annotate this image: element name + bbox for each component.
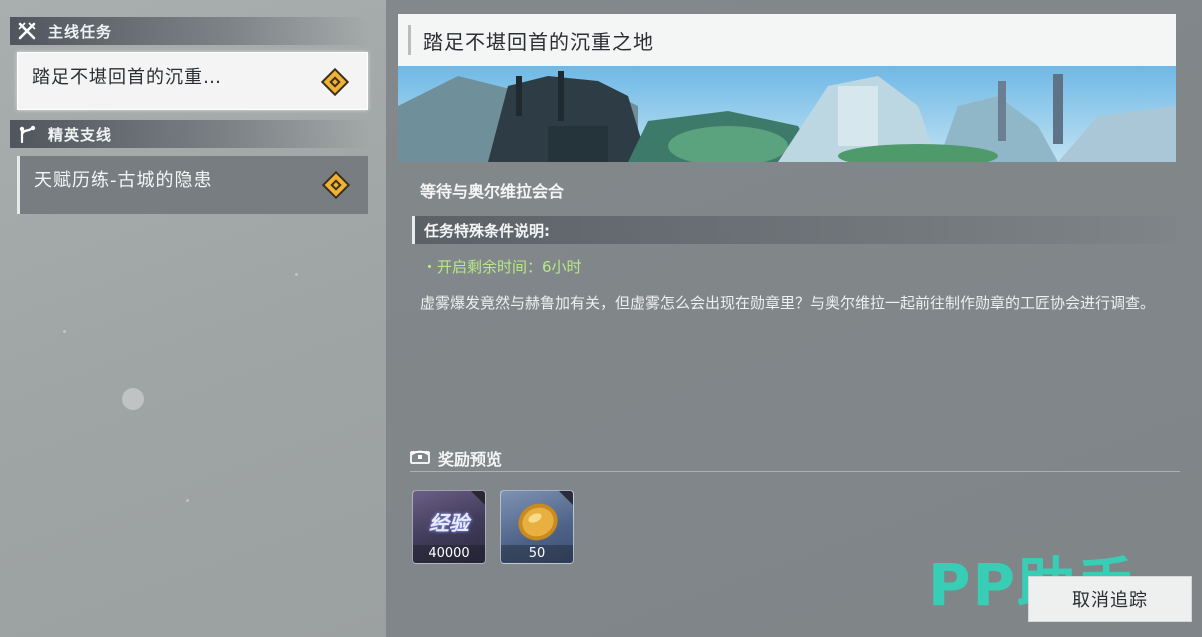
category-elite-side[interactable]: 精英支线 <box>10 120 370 148</box>
quest-item-main[interactable]: 踏足不堪回首的沉重… <box>17 52 368 110</box>
page-title: 踏足不堪回首的沉重之地 <box>423 29 654 54</box>
branch-icon <box>16 123 38 145</box>
category-label: 主线任务 <box>48 22 113 41</box>
category-main-quest[interactable]: 主线任务 <box>10 17 370 45</box>
quest-objective: 等待与奥尔维拉会合 <box>420 182 565 201</box>
category-label: 精英支线 <box>48 125 113 144</box>
condition-time-remaining: ・开启剩余时间：6小时 <box>422 258 582 276</box>
cancel-tracking-button[interactable]: 取消追踪 <box>1028 576 1192 622</box>
reward-count: 50 <box>501 545 573 563</box>
title-accent <box>408 25 411 55</box>
exp-icon: 经验 <box>429 511 469 535</box>
quest-description: 虚雾爆发竟然与赫鲁加有关，但虚雾怎么会出现在勋章里？与奥尔维拉一起前往制作勋章的… <box>420 294 1156 312</box>
quest-banner-image <box>398 66 1176 162</box>
quest-title: 天赋历练-古城的隐患 <box>34 170 213 191</box>
rewards-header: 奖励预览 <box>410 444 1180 472</box>
reward-count: 40000 <box>413 545 485 563</box>
quest-item-elite[interactable]: 天赋历练-古城的隐患 <box>17 156 368 214</box>
reward-exp[interactable]: 经验 40000 <box>412 490 486 564</box>
quest-list-panel: 主线任务 踏足不堪回首的沉重… 精英支线 天赋历练-古城的隐患 <box>0 0 386 637</box>
rewards-label: 奖励预览 <box>438 449 503 469</box>
quest-title: 踏足不堪回首的沉重… <box>32 67 222 88</box>
gold-coin-icon <box>513 499 563 549</box>
quest-diamond-icon <box>321 170 351 200</box>
conditions-header: 任务特殊条件说明: <box>412 216 1176 244</box>
crossed-swords-icon <box>16 20 38 42</box>
reward-gold-coin[interactable]: 50 <box>500 490 574 564</box>
quest-diamond-icon <box>320 67 350 97</box>
chest-icon <box>410 448 430 468</box>
quest-title-bar: 踏足不堪回首的沉重之地 <box>398 14 1176 66</box>
